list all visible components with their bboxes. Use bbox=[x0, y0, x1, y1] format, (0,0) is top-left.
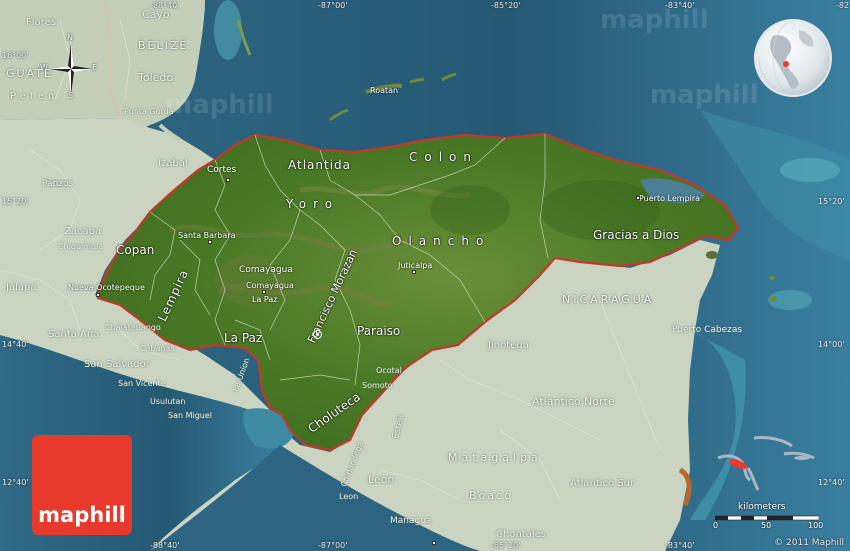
city-marker bbox=[96, 293, 100, 297]
label-boaco: Boaco bbox=[469, 489, 513, 502]
label-nicaragua: NICARAGUA bbox=[562, 293, 655, 306]
dept-colon: Colon bbox=[409, 150, 479, 164]
logo-text: maphill bbox=[38, 503, 126, 527]
coord-top-4: -83°40' bbox=[665, 1, 695, 10]
coord-bottom-4: -83°40' bbox=[665, 541, 695, 550]
scale-tick-100: 100 bbox=[808, 521, 824, 530]
coord-right-2: 14°00' bbox=[818, 340, 845, 349]
label-usulutan: Usulutan bbox=[150, 397, 186, 406]
label-leon: Leon bbox=[368, 473, 395, 486]
maphill-logo[interactable]: maphill bbox=[32, 435, 132, 535]
coord-left-3: 14°40' bbox=[2, 340, 29, 349]
city-marker-managua bbox=[432, 541, 436, 545]
label-leon-city: Leon bbox=[339, 492, 359, 501]
coord-top-5: -82 bbox=[836, 1, 850, 10]
globe-locator-icon bbox=[754, 19, 832, 97]
dept-olancho: Olancho bbox=[392, 234, 491, 248]
compass-s: S bbox=[68, 91, 74, 100]
scale-bar: kilometers 0 50 100 bbox=[712, 502, 824, 532]
city-santa-barbara: Santa Barbara bbox=[178, 231, 236, 240]
coord-top-3: -85°20' bbox=[491, 1, 521, 10]
label-chalatenango: Chalatenango bbox=[105, 323, 161, 332]
coord-bottom-3: -85°20' bbox=[491, 541, 521, 550]
label-matagalpa: Matagalpa bbox=[448, 451, 542, 464]
label-izabal: Izabal bbox=[158, 158, 188, 169]
city-marker bbox=[412, 270, 416, 274]
label-ocotal: Ocotal bbox=[376, 366, 402, 375]
city-roatan: Roatan bbox=[370, 86, 399, 95]
city-marker bbox=[262, 290, 266, 294]
label-guatemala: GUATE bbox=[6, 67, 53, 80]
coord-right-1: 15°20' bbox=[818, 197, 845, 206]
city-juticalpa: Juticalpa bbox=[398, 261, 433, 270]
city-nueva-ocotepeque: Nueva Ocotepeque bbox=[68, 283, 145, 292]
label-jinotega: Jinotega bbox=[488, 340, 529, 351]
watermark: maphill bbox=[165, 90, 274, 120]
label-toledo: Toledo bbox=[138, 71, 174, 84]
coord-left-2: 15°20' bbox=[2, 197, 29, 206]
city-comayagua-1: Comayagua bbox=[239, 265, 293, 275]
watermark: maphill bbox=[650, 80, 759, 110]
city-marker bbox=[636, 196, 640, 200]
label-chiquimula: Chiquimula bbox=[58, 242, 104, 251]
label-santa-ana: Santa Ana bbox=[48, 329, 100, 340]
label-cabanas: Cabanas bbox=[140, 344, 175, 353]
label-somoto: Somoto bbox=[362, 381, 393, 390]
dept-copan: Copan bbox=[116, 243, 155, 257]
city-cortes: Cortes bbox=[207, 165, 237, 175]
coord-left-4: 12°40' bbox=[2, 478, 29, 487]
label-belize: BELIZE bbox=[138, 39, 189, 52]
label-jalapa: Jalapa bbox=[6, 282, 37, 293]
compass-n: N bbox=[67, 33, 73, 42]
label-san-vicente: San Vicente bbox=[118, 379, 166, 388]
copyright-text: © 2011 Maphill bbox=[774, 538, 844, 548]
label-atlantico-norte: Atlantico Norte bbox=[532, 395, 615, 408]
scale-tick-0: 0 bbox=[713, 521, 719, 530]
city-comayagua-2: Comayagua bbox=[246, 281, 294, 290]
coord-left-1: 16°00' bbox=[2, 51, 29, 60]
map-canvas[interactable]: maphill maphill maphill -88°40' -87°00' … bbox=[0, 0, 850, 551]
label-puerto-cabezas: Puerto Cabezas bbox=[672, 325, 743, 335]
label-chontales: Chontales bbox=[496, 529, 546, 540]
label-panzos-2: Panzos bbox=[42, 179, 74, 189]
label-peten: Peten bbox=[10, 91, 59, 102]
scale-tick-50: 50 bbox=[761, 521, 772, 530]
capital-tegucigalpa-marker bbox=[313, 330, 322, 339]
scale-title: kilometers bbox=[738, 502, 786, 512]
coord-top-2: -87°00' bbox=[318, 1, 348, 10]
dept-la-paz: La Paz bbox=[224, 331, 263, 345]
label-san-miguel: San Miguel bbox=[168, 411, 213, 420]
inset-locator-map bbox=[717, 436, 815, 491]
label-cayo: Cayo bbox=[142, 8, 170, 21]
label-san-salvador: San Salvador bbox=[84, 359, 150, 370]
label-punta-gorda: Punta Gorda bbox=[124, 107, 174, 116]
compass-e: E bbox=[92, 63, 98, 72]
city-puerto-lempira: Puerto Lempira bbox=[639, 194, 701, 203]
city-la-paz: La Paz bbox=[252, 295, 278, 304]
dept-yoro: Yoro bbox=[286, 197, 340, 211]
label-managua: Managua bbox=[390, 516, 432, 526]
dept-gracias-a-dios: Gracias a Dios bbox=[593, 228, 680, 242]
city-marker bbox=[226, 178, 230, 182]
label-flores: Flores bbox=[26, 17, 56, 28]
city-marker bbox=[208, 240, 212, 244]
coord-bottom-2: -87°00' bbox=[318, 541, 348, 550]
coord-bottom-1: -88°40' bbox=[150, 541, 180, 550]
dept-atlantida: Atlantida bbox=[288, 158, 352, 172]
label-atlantico-sur: Atlantico Sur bbox=[570, 478, 635, 489]
label-zacapa: Zacapa bbox=[64, 226, 102, 237]
dept-paraiso: Paraiso bbox=[357, 324, 401, 338]
